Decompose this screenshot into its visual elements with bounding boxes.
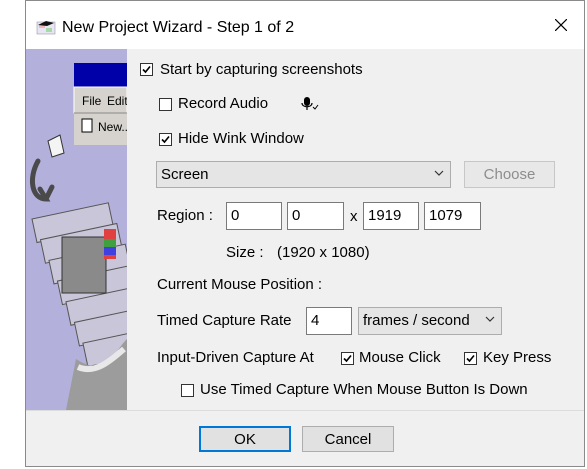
- capture-source-select[interactable]: Screen: [156, 161, 451, 188]
- close-icon: [555, 19, 567, 31]
- mouse-click-label: Mouse Click: [359, 349, 441, 366]
- timed-when-down-checkbox[interactable]: [181, 384, 194, 397]
- record-audio-label: Record Audio: [178, 95, 269, 112]
- ok-button-label: OK: [234, 430, 256, 448]
- window-title: New Project Wizard - Step 1 of 2: [62, 19, 295, 36]
- side-menu-edit: Edit: [107, 94, 127, 108]
- wink-app-icon: [36, 21, 56, 35]
- size-value: (1920 x 1080): [277, 244, 370, 261]
- size-label: Size :: [226, 244, 264, 261]
- start-capturing-checkbox[interactable]: [140, 63, 153, 76]
- cancel-button[interactable]: Cancel: [302, 426, 394, 452]
- region-width-input[interactable]: 1919: [363, 202, 419, 230]
- region-label: Region :: [157, 207, 213, 224]
- region-x-input[interactable]: 0: [226, 202, 282, 230]
- key-press-checkbox[interactable]: [464, 352, 477, 365]
- side-menu-new: New...: [98, 120, 127, 134]
- rate-unit-value: frames / second: [363, 312, 470, 329]
- choose-button-label: Choose: [483, 166, 536, 183]
- ok-button[interactable]: OK: [199, 426, 291, 452]
- mouse-click-checkbox[interactable]: [341, 352, 354, 365]
- hide-wink-label: Hide Wink Window: [178, 130, 304, 147]
- capture-rate-input[interactable]: 4: [306, 307, 352, 335]
- region-separator: x: [350, 208, 358, 225]
- key-press-label: Key Press: [483, 349, 552, 366]
- input-driven-label: Input-Driven Capture At: [157, 349, 314, 366]
- microphone-icon[interactable]: [301, 96, 319, 112]
- chevron-down-icon: [434, 170, 444, 176]
- footer-divider: [26, 410, 584, 411]
- cancel-button-label: Cancel: [324, 430, 372, 448]
- mouse-position-label: Current Mouse Position :: [157, 276, 323, 293]
- checkmark-icon: [142, 65, 151, 74]
- capture-source-value: Screen: [161, 166, 209, 183]
- wizard-dialog: New Project Wizard - Step 1 of 2 File Ed…: [25, 0, 585, 467]
- timed-capture-label: Timed Capture Rate: [157, 312, 292, 329]
- chevron-down-icon: [485, 316, 495, 322]
- timed-when-down-label: Use Timed Capture When Mouse Button Is D…: [200, 381, 528, 398]
- title-bar: New Project Wizard - Step 1 of 2: [26, 1, 584, 49]
- region-height-input[interactable]: 1079: [424, 202, 481, 230]
- rate-unit-select[interactable]: frames / second: [358, 307, 502, 335]
- checkmark-icon: [343, 354, 352, 363]
- wizard-side-image: File Edit New...: [26, 49, 127, 410]
- close-button[interactable]: [538, 1, 584, 49]
- region-y-input[interactable]: 0: [287, 202, 344, 230]
- side-menu-file: File: [82, 94, 102, 108]
- choose-button[interactable]: Choose: [464, 161, 555, 188]
- checkmark-icon: [161, 135, 170, 144]
- start-capturing-label: Start by capturing screenshots: [160, 61, 363, 78]
- hide-wink-checkbox[interactable]: [159, 133, 172, 146]
- record-audio-checkbox[interactable]: [159, 98, 172, 111]
- checkmark-icon: [466, 354, 475, 363]
